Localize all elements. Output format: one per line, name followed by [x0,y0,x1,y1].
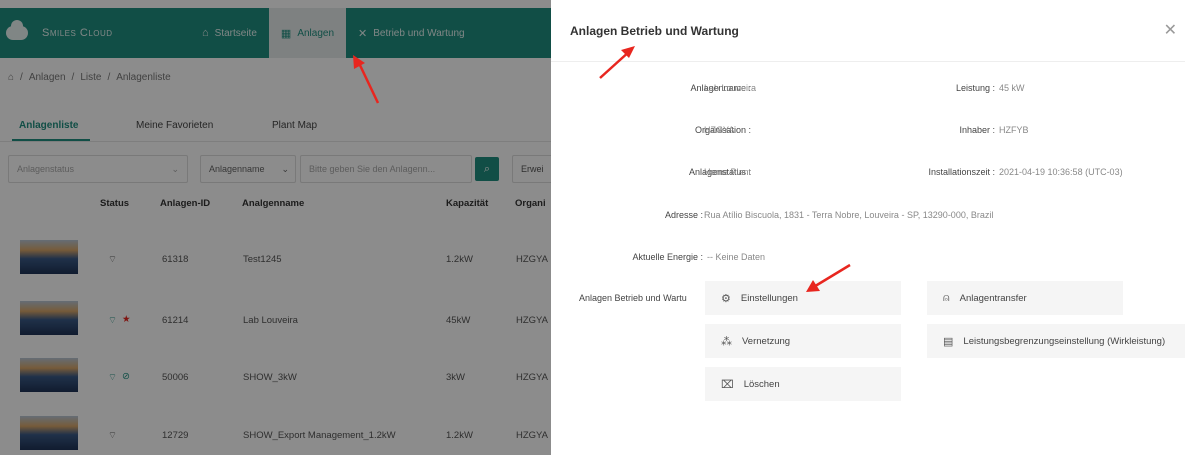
network-icon: ⁂ [721,335,732,348]
networking-button-label: Vernetzung [742,335,791,347]
plant-operations-drawer: Anlagen Betrieb und Wartung ✕ Anlagennam… [551,0,1185,455]
power-label: Leistung : [955,83,995,93]
current-energy-label: Aktuelle Energie : [632,252,703,262]
install-time-value: 2021-04-19 10:36:58 (UTC-03) [999,167,1123,177]
annotation-arrow-icon [353,55,380,104]
close-icon[interactable]: ✕ [1164,20,1177,40]
gear-icon: ⚙ [721,292,731,305]
delete-button[interactable]: ⌧ Löschen [705,367,901,401]
organisation-value: HZGYA [704,125,735,135]
networking-button[interactable]: ⁂ Vernetzung [705,324,901,358]
drawer-header: Anlagen Betrieb und Wartung ✕ [551,0,1185,62]
current-energy-value: -- Keine Daten [707,252,766,262]
background-app: Smiles Cloud ⌂ Startseite ▦ Anlagen ✕ Be… [0,0,551,455]
power-limit-setting-button-label: Leistungsbegrenzungseinstellung (Wirklei… [963,335,1166,347]
owner-label: Inhaber : [959,125,995,135]
address-value: Rua Atílio Biscuola, 1831 - Terra Nobre,… [704,210,994,220]
operations-label: Anlagen Betrieb und Wartu [579,293,687,303]
owner-value: HZFYB [999,125,1029,135]
power-limit-setting-button[interactable]: ▤ Leistungsbegrenzungseinstellung (Wirkl… [927,324,1185,358]
trash-icon: ⌧ [721,378,734,391]
settings-button[interactable]: ⚙ Einstellungen [705,281,901,315]
plant-transfer-button[interactable]: ⍝ Anlagentransfer [927,281,1123,315]
annotation-arrow-icon [806,263,851,292]
install-time-label: Installationszeit : [928,167,995,177]
power-value: 45 kW [999,83,1025,93]
settings-button-label: Einstellungen [740,292,798,304]
annotation-arrow-icon [599,46,635,79]
plant-transfer-button-label: Anlagentransfer [959,292,1027,304]
drawer-title: Anlagen Betrieb und Wartung [570,24,739,38]
modal-backdrop[interactable] [0,0,551,455]
plant-status-value: Home Plant [704,167,752,177]
delete-button-label: Löschen [743,378,780,390]
user-icon: ⍝ [943,291,950,304]
calendar-icon: ▤ [943,335,954,348]
plant-name-value: Lab Louveira [704,83,757,93]
address-label: Adresse : [664,210,703,220]
